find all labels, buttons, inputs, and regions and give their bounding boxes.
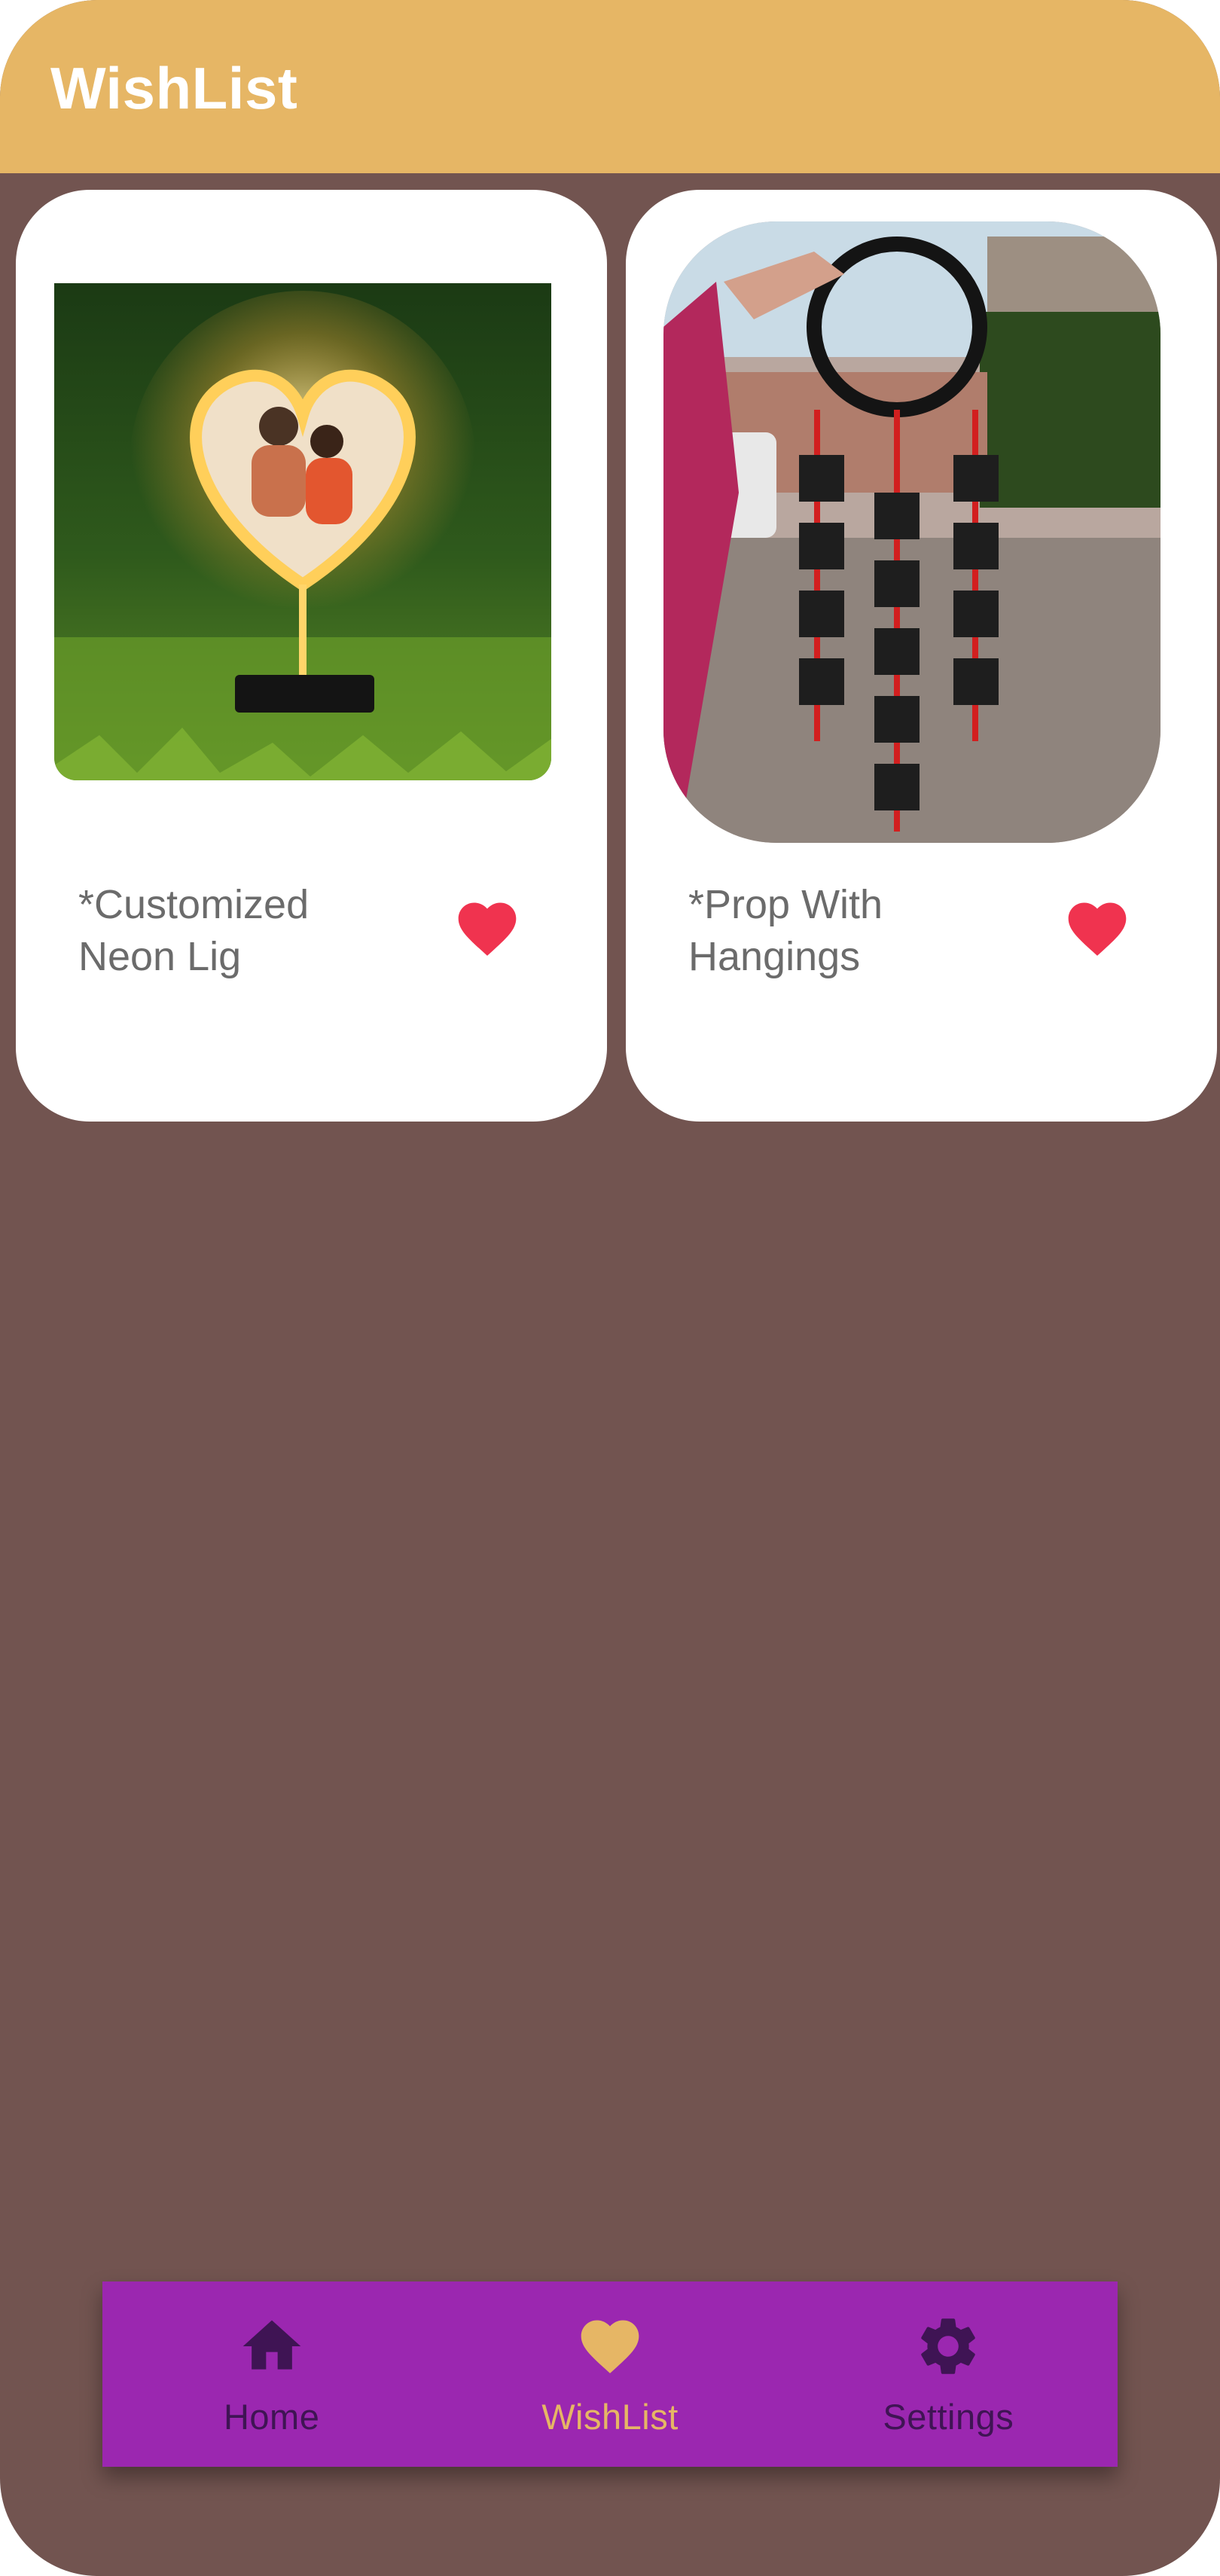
app-bar: WishList <box>0 0 1220 173</box>
heart-filled-icon <box>1068 902 1127 956</box>
wedding-anniversary-prop-image <box>663 221 1161 843</box>
nav-item-settings[interactable]: Settings <box>779 2281 1118 2467</box>
nav-item-wishlist[interactable]: WishList <box>441 2281 779 2467</box>
product-name: *Customized Neon Lig <box>78 882 310 979</box>
neon-heart-lamp-image <box>54 283 551 780</box>
nav-label-wishlist: WishList <box>541 2397 679 2437</box>
product-image[interactable] <box>663 221 1161 843</box>
wishlist-card[interactable]: *Customized Neon Lig <box>16 190 607 1122</box>
bottom-navigation: Home WishList Settings <box>102 2281 1118 2467</box>
product-name: *Prop With Hangings <box>688 882 883 979</box>
page-title: WishList <box>50 55 298 121</box>
heart-filled-icon <box>458 902 517 956</box>
favorite-button[interactable] <box>1063 894 1132 963</box>
heart-icon <box>575 2312 645 2381</box>
home-icon <box>237 2312 307 2381</box>
nav-label-home: Home <box>223 2397 320 2437</box>
app-screen: WishList *Customized Neon Lig *Prop With… <box>0 0 1220 2576</box>
wishlist-card[interactable]: *Prop With Hangings <box>626 190 1217 1122</box>
nav-label-settings: Settings <box>883 2397 1014 2437</box>
nav-item-home[interactable]: Home <box>102 2281 441 2467</box>
favorite-button[interactable] <box>453 894 522 963</box>
gear-icon <box>913 2312 983 2381</box>
product-image[interactable] <box>54 283 551 780</box>
